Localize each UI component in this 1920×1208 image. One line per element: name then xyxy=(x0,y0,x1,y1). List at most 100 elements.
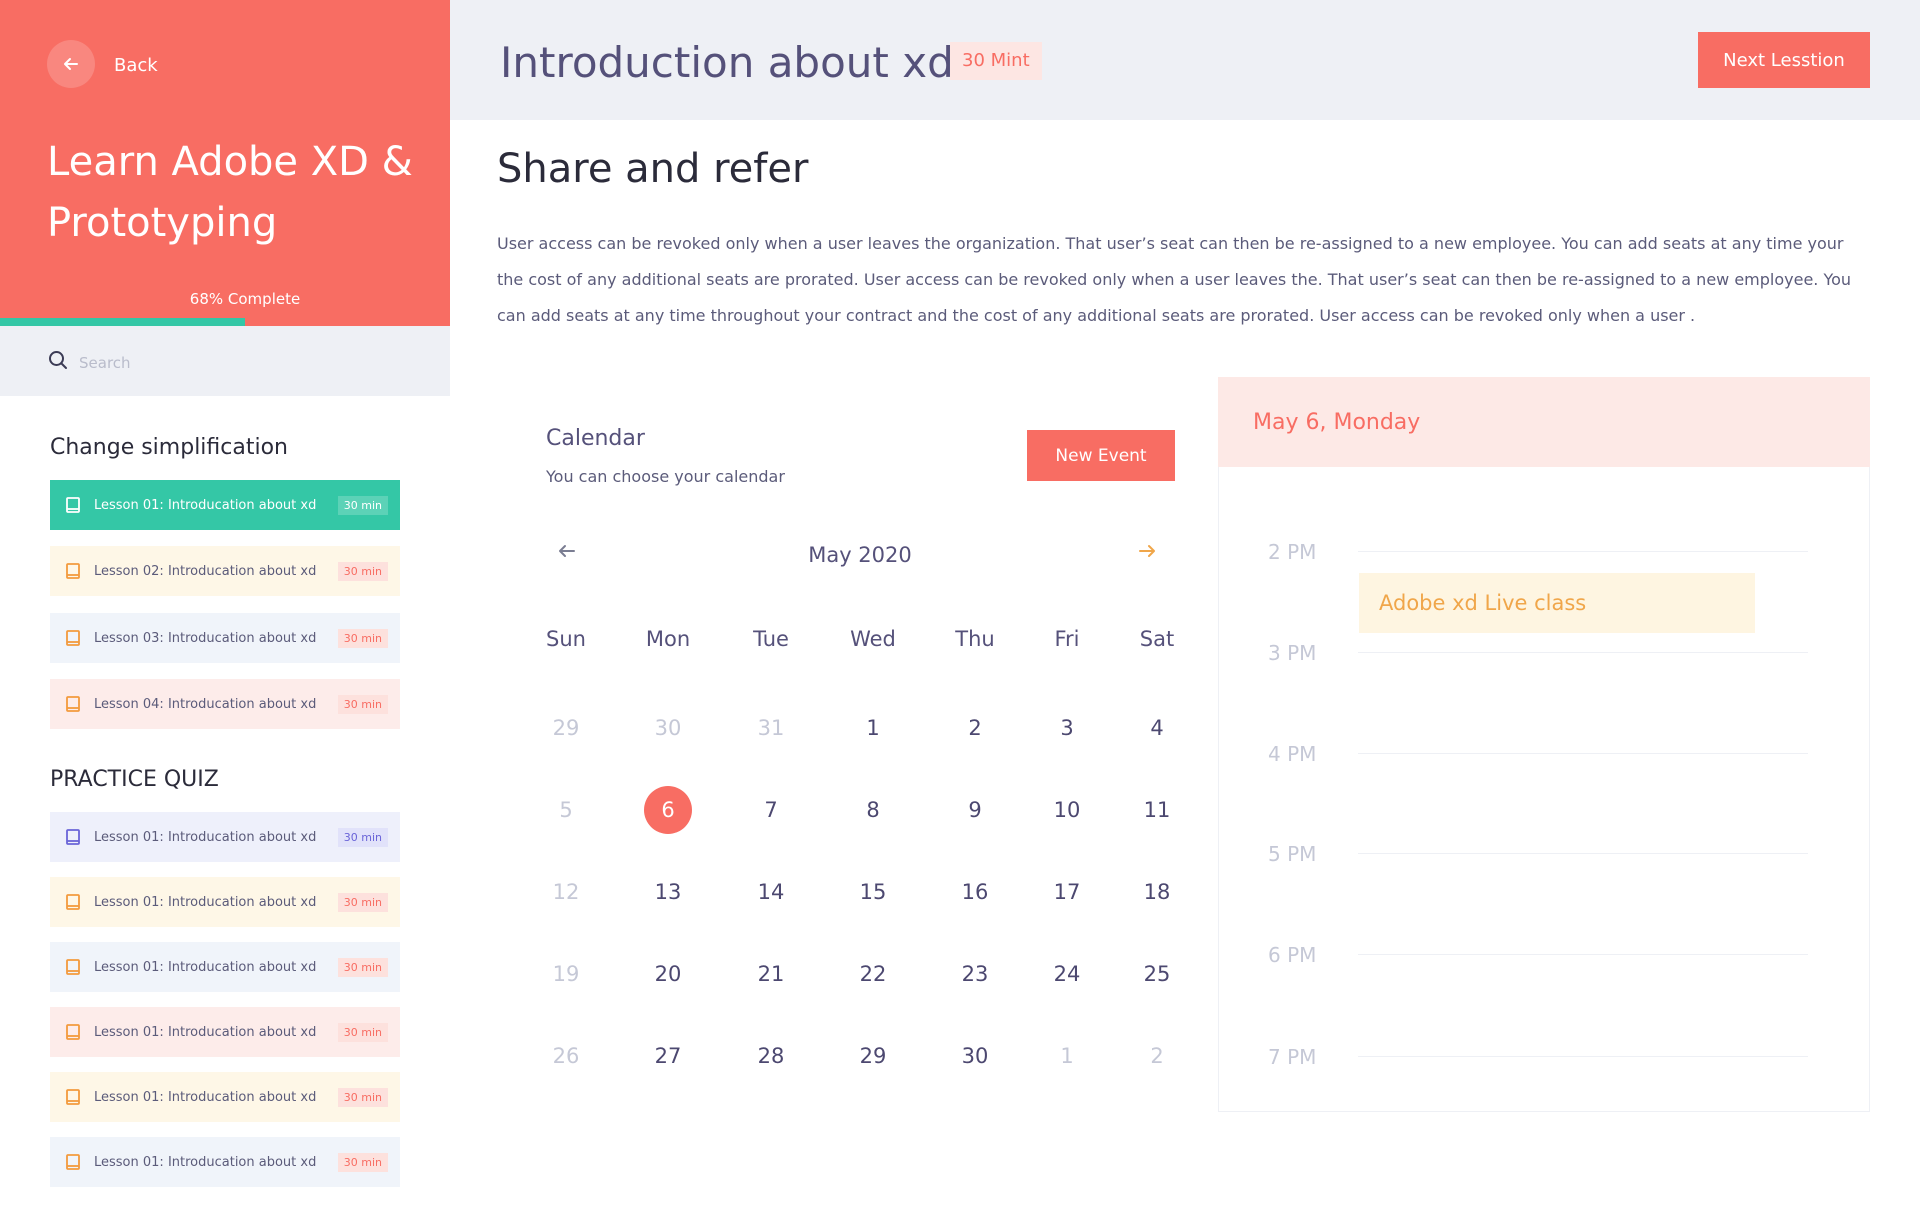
hour-label: 5 PM xyxy=(1268,842,1317,866)
quiz-duration-badge: 30 min xyxy=(337,1022,388,1042)
search-icon xyxy=(49,351,67,369)
quiz-label: Lesson 01: Introducation about xd xyxy=(94,1089,317,1105)
content-heading: Share and refer xyxy=(497,146,809,192)
book-icon xyxy=(66,894,80,910)
lesson-duration-badge: 30 min xyxy=(337,561,388,581)
back-button[interactable] xyxy=(47,40,95,88)
hour-label: 2 PM xyxy=(1268,540,1317,564)
quiz-item[interactable]: Lesson 01: Introducation about xd 30 min xyxy=(50,812,400,862)
weekday-label: Thu xyxy=(955,627,995,651)
calendar-day[interactable]: 9 xyxy=(951,786,999,834)
quiz-item[interactable]: Lesson 01: Introducation about xd 30 min xyxy=(50,942,400,992)
calendar-day[interactable]: 24 xyxy=(1043,950,1091,998)
weekday-label: Mon xyxy=(645,627,691,651)
calendar-day[interactable]: 29 xyxy=(849,1032,897,1080)
hour-divider xyxy=(1358,753,1808,754)
book-icon xyxy=(66,1154,80,1170)
next-month-icon[interactable] xyxy=(1136,540,1158,562)
progress-label: 68% Complete xyxy=(189,290,301,308)
hour-divider xyxy=(1358,551,1808,552)
prev-month-icon[interactable] xyxy=(556,540,578,562)
month-label: May 2020 xyxy=(808,543,912,567)
lesson-item[interactable]: Lesson 02: Introducation about xd 30 min xyxy=(50,546,400,596)
calendar-day[interactable]: 8 xyxy=(849,786,897,834)
calendar-day-selected[interactable]: 6 xyxy=(644,786,692,834)
book-icon xyxy=(66,630,80,646)
calendar-day[interactable]: 16 xyxy=(951,868,999,916)
content-body: User access can be revoked only when a u… xyxy=(497,234,1852,325)
event-card[interactable]: Adobe xd Live class xyxy=(1359,573,1755,633)
event-label: Adobe xd Live class xyxy=(1379,591,1587,615)
calendar-day[interactable]: 10 xyxy=(1043,786,1091,834)
hour-divider xyxy=(1358,1056,1808,1057)
weekday-label: Sat xyxy=(1139,627,1175,651)
lesson-label: Lesson 01: Introducation about xd xyxy=(94,497,317,513)
calendar-day[interactable]: 2 xyxy=(1133,1032,1181,1080)
calendar-day[interactable]: 22 xyxy=(849,950,897,998)
calendar-day[interactable]: 29 xyxy=(542,704,590,752)
lesson-duration-badge: 30 min xyxy=(337,495,388,515)
search-input[interactable] xyxy=(79,352,409,374)
hour-label: 7 PM xyxy=(1268,1045,1317,1069)
calendar-day[interactable]: 25 xyxy=(1133,950,1181,998)
weekday-label: Tue xyxy=(753,627,789,651)
calendar-day[interactable]: 2 xyxy=(951,704,999,752)
calendar-day[interactable]: 17 xyxy=(1043,868,1091,916)
calendar-day[interactable]: 30 xyxy=(951,1032,999,1080)
calendar-day[interactable]: 27 xyxy=(644,1032,692,1080)
calendar-day[interactable]: 14 xyxy=(747,868,795,916)
calendar-day[interactable]: 30 xyxy=(644,704,692,752)
calendar-day[interactable]: 1 xyxy=(1043,1032,1091,1080)
progress-fill xyxy=(0,318,246,326)
new-event-button[interactable]: New Event xyxy=(1027,430,1175,481)
calendar-day[interactable]: 12 xyxy=(542,868,590,916)
calendar-day[interactable]: 28 xyxy=(747,1032,795,1080)
calendar-day[interactable]: 4 xyxy=(1133,704,1181,752)
quiz-label: Lesson 01: Introducation about xd xyxy=(94,1154,317,1170)
lesson-duration-badge: 30 min xyxy=(337,628,388,648)
calendar-day[interactable]: 5 xyxy=(542,786,590,834)
calendar-day[interactable]: 11 xyxy=(1133,786,1181,834)
calendar-day[interactable]: 18 xyxy=(1133,868,1181,916)
next-lesson-button[interactable]: Next Lesstion xyxy=(1698,32,1870,88)
book-icon xyxy=(66,497,80,513)
weekday-label: Fri xyxy=(1054,627,1080,651)
book-icon xyxy=(66,696,80,712)
calendar-day[interactable]: 13 xyxy=(644,868,692,916)
lesson-item[interactable]: Lesson 04: Introducation about xd 30 min xyxy=(50,679,400,729)
calendar-day[interactable]: 1 xyxy=(849,704,897,752)
section-title-practice-quiz: PRACTICE QUIZ xyxy=(50,767,219,792)
calendar-day[interactable]: 26 xyxy=(542,1032,590,1080)
lesson-label: Lesson 03: Introducation about xd xyxy=(94,630,317,646)
calendar-day[interactable]: 7 xyxy=(747,786,795,834)
calendar-subtitle: You can choose your calendar xyxy=(546,467,785,486)
lesson-item[interactable]: Lesson 01: Introducation about xd 30 min xyxy=(50,480,400,530)
lesson-duration-badge: 30 min xyxy=(337,694,388,714)
calendar-day[interactable]: 23 xyxy=(951,950,999,998)
calendar-day[interactable]: 21 xyxy=(747,950,795,998)
quiz-item[interactable]: Lesson 01: Introducation about xd 30 min xyxy=(50,1007,400,1057)
calendar-title: Calendar xyxy=(546,426,645,451)
back-label[interactable]: Back xyxy=(114,55,158,76)
quiz-item[interactable]: Lesson 01: Introducation about xd 30 min xyxy=(50,1072,400,1122)
lesson-label: Lesson 04: Introducation about xd xyxy=(94,696,317,712)
lesson-label: Lesson 02: Introducation about xd xyxy=(94,563,317,579)
quiz-item[interactable]: Lesson 01: Introducation about xd 30 min xyxy=(50,877,400,927)
quiz-item[interactable]: Lesson 01: Introducation about xd 30 min xyxy=(50,1137,400,1187)
duration-badge: 30 Mint xyxy=(950,42,1042,80)
calendar-day[interactable]: 19 xyxy=(542,950,590,998)
book-icon xyxy=(66,1024,80,1040)
quiz-label: Lesson 01: Introducation about xd xyxy=(94,1024,317,1040)
section-title-change-simplification: Change simplification xyxy=(50,435,288,460)
calendar-day[interactable]: 20 xyxy=(644,950,692,998)
progress-bar xyxy=(0,318,450,326)
calendar-day[interactable]: 31 xyxy=(747,704,795,752)
course-title: Learn Adobe XD & Prototyping xyxy=(47,139,413,246)
book-icon xyxy=(66,1089,80,1105)
lesson-item[interactable]: Lesson 03: Introducation about xd 30 min xyxy=(50,613,400,663)
quiz-duration-badge: 30 min xyxy=(337,1087,388,1107)
hour-label: 3 PM xyxy=(1268,641,1317,665)
calendar-day[interactable]: 3 xyxy=(1043,704,1091,752)
calendar-day[interactable]: 15 xyxy=(849,868,897,916)
lesson-title: Introduction about xd xyxy=(500,38,954,87)
